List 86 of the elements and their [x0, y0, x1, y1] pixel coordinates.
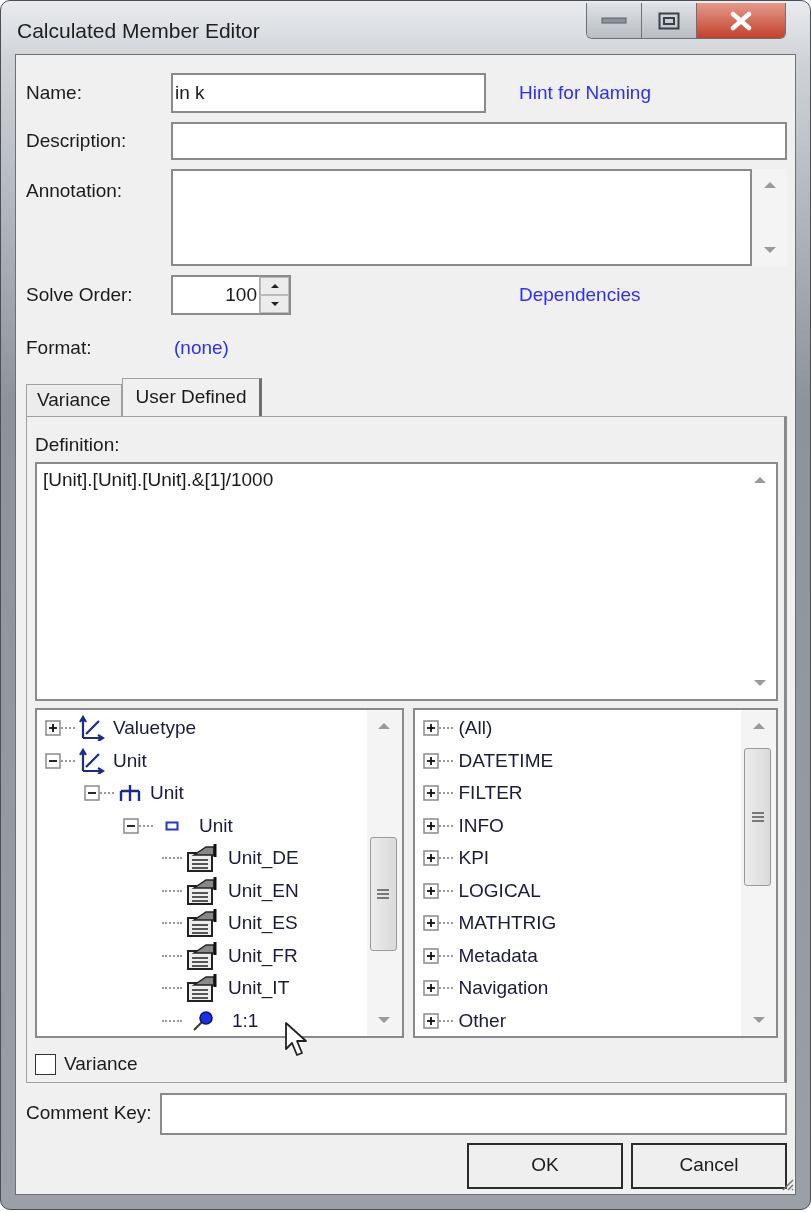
- collapse-icon[interactable]: [45, 752, 61, 769]
- hierarchy-icon: [118, 783, 142, 804]
- description-field[interactable]: [171, 122, 787, 160]
- level-icon: [165, 820, 179, 831]
- tree-item[interactable]: Unit_IT: [228, 974, 290, 1003]
- window-title: Calculated Member Editor: [17, 18, 260, 44]
- expand-icon[interactable]: [422, 980, 439, 997]
- tree-item[interactable]: Unit: [199, 811, 233, 840]
- grip-icon: [750, 811, 765, 823]
- expand-icon[interactable]: [422, 947, 439, 964]
- expand-icon[interactable]: [422, 1012, 439, 1029]
- maximize-icon: [658, 11, 680, 30]
- member-tree[interactable]: Valuetype Unit Unit Unit Unit_DE Unit_EN Unit_ES Unit_FR Unit_IT 1:1: [35, 708, 404, 1038]
- tree-item[interactable]: DATETIME: [458, 746, 554, 775]
- collapse-icon[interactable]: [123, 817, 139, 834]
- tree-item[interactable]: MATHTRIG: [458, 909, 557, 938]
- close-button[interactable]: [697, 3, 785, 38]
- checkbox-label: Variance: [64, 1052, 138, 1076]
- hint-link[interactable]: Hint for Naming: [519, 78, 651, 108]
- scrollbar[interactable]: [741, 710, 776, 1036]
- spin-up-button[interactable]: [260, 277, 289, 295]
- dialog-button[interactable]: OK: [467, 1142, 623, 1189]
- tree-item[interactable]: (All): [458, 714, 493, 743]
- comment-key-field[interactable]: [159, 1092, 787, 1135]
- tree-item[interactable]: FILTER: [458, 779, 523, 808]
- scroll-thumb[interactable]: [369, 837, 397, 951]
- tree-item[interactable]: Unit_FR: [228, 941, 298, 970]
- function-tree[interactable]: (All) DATETIME FILTER INFO KPI LOGICAL MATHTRIG Metadata Navigation Other: [412, 708, 778, 1038]
- axes-icon: [79, 715, 105, 742]
- field-label: Format:: [26, 336, 93, 360]
- tree-item[interactable]: KPI: [458, 844, 490, 873]
- expand-icon[interactable]: [422, 882, 439, 899]
- minimize-icon: [601, 16, 627, 25]
- expand-icon[interactable]: [45, 720, 61, 737]
- pin-icon: [192, 1009, 214, 1032]
- field-label: Description:: [26, 128, 128, 153]
- attribute-icon: [186, 908, 220, 939]
- tree-item[interactable]: Unit_DE: [228, 844, 299, 873]
- field-label: Definition:: [35, 432, 121, 457]
- field-label: Solve Order:: [26, 282, 134, 307]
- dependencies-link[interactable]: Dependencies: [519, 280, 641, 310]
- expand-icon[interactable]: [422, 752, 439, 769]
- tree-item[interactable]: LOGICAL: [458, 876, 541, 905]
- tree-item[interactable]: Valuetype: [113, 714, 197, 743]
- field-label: Comment Key:: [26, 1101, 152, 1126]
- expand-icon[interactable]: [422, 785, 439, 802]
- field-label: Name:: [26, 80, 83, 105]
- checkbox[interactable]: [35, 1053, 56, 1075]
- arrow-up-icon: [269, 283, 280, 289]
- dialog-button[interactable]: Cancel: [631, 1142, 787, 1189]
- name-field[interactable]: in k: [171, 73, 486, 113]
- maximize-button[interactable]: [642, 3, 697, 38]
- tab[interactable]: Variance: [26, 383, 122, 416]
- tree-item[interactable]: 1:1: [232, 1006, 259, 1035]
- attribute-icon: [186, 843, 220, 874]
- close-icon: [729, 10, 753, 31]
- tree-item[interactable]: INFO: [458, 811, 504, 840]
- attribute-icon: [186, 973, 220, 1004]
- scroll-thumb[interactable]: [744, 748, 771, 886]
- resize-grip-icon[interactable]: [780, 1177, 794, 1191]
- collapse-icon[interactable]: [84, 785, 100, 802]
- axes-icon: [79, 747, 105, 774]
- scrollbar[interactable]: [752, 169, 787, 266]
- expand-icon[interactable]: [422, 720, 439, 737]
- grip-icon: [376, 888, 390, 900]
- tree-item[interactable]: Unit: [150, 779, 184, 808]
- tree-item[interactable]: Other: [458, 1006, 507, 1035]
- tree-item[interactable]: Navigation: [458, 974, 549, 1003]
- scrollbar[interactable]: [366, 710, 402, 1036]
- tree-item[interactable]: Unit: [113, 746, 147, 775]
- tab[interactable]: User Defined: [121, 377, 263, 416]
- minimize-button[interactable]: [587, 3, 642, 38]
- attribute-icon: [186, 940, 220, 971]
- expand-icon[interactable]: [422, 850, 439, 867]
- expand-icon[interactable]: [422, 817, 439, 834]
- field-label: Annotation:: [26, 179, 124, 203]
- tree-item[interactable]: Unit_EN: [228, 876, 299, 905]
- tree-item[interactable]: Metadata: [458, 941, 538, 970]
- expand-icon[interactable]: [422, 915, 439, 932]
- solve-order-field[interactable]: 100: [171, 275, 259, 315]
- arrow-down-icon: [269, 301, 280, 307]
- tree-item[interactable]: Unit_ES: [228, 909, 298, 938]
- annotation-field[interactable]: [171, 169, 752, 266]
- spin-down-button[interactable]: [260, 295, 289, 313]
- attribute-icon: [186, 875, 220, 906]
- format-link[interactable]: (none): [174, 334, 229, 363]
